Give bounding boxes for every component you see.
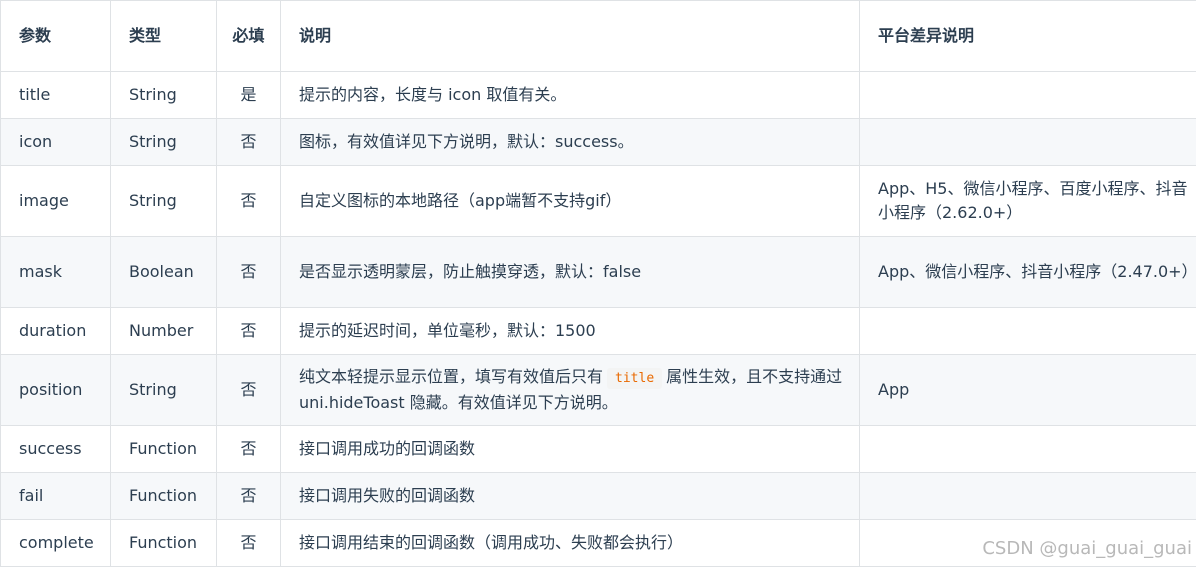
csdn-watermark: CSDN @guai_guai_guai bbox=[982, 538, 1192, 559]
cell-platform: App、微信小程序、抖音小程序（2.47.0+） bbox=[860, 237, 1196, 308]
header-param: 参数 bbox=[1, 1, 111, 72]
cell-required: 否 bbox=[217, 426, 281, 473]
cell-platform bbox=[860, 72, 1196, 119]
cell-required: 否 bbox=[217, 355, 281, 426]
table-row: mask Boolean 否 是否显示透明蒙层，防止触摸穿透，默认：false … bbox=[1, 237, 1196, 308]
cell-platform bbox=[860, 426, 1196, 473]
cell-param: success bbox=[1, 426, 111, 473]
header-description: 说明 bbox=[281, 1, 860, 72]
cell-required: 否 bbox=[217, 308, 281, 355]
cell-description: 是否显示透明蒙层，防止触摸穿透，默认：false bbox=[281, 237, 860, 308]
cell-param: mask bbox=[1, 237, 111, 308]
cell-platform: App bbox=[860, 355, 1196, 426]
cell-type: Function bbox=[111, 520, 217, 567]
cell-platform bbox=[860, 308, 1196, 355]
cell-required: 否 bbox=[217, 119, 281, 166]
cell-type: String bbox=[111, 355, 217, 426]
table-row: image String 否 自定义图标的本地路径（app端暂不支持gif） A… bbox=[1, 166, 1196, 237]
cell-description: 提示的延迟时间，单位毫秒，默认：1500 bbox=[281, 308, 860, 355]
cell-description: 接口调用结束的回调函数（调用成功、失败都会执行） bbox=[281, 520, 860, 567]
cell-platform bbox=[860, 119, 1196, 166]
cell-type: Boolean bbox=[111, 237, 217, 308]
cell-platform: App、H5、微信小程序、百度小程序、抖音小程序（2.62.0+） bbox=[860, 166, 1196, 237]
cell-param: fail bbox=[1, 473, 111, 520]
cell-type: Number bbox=[111, 308, 217, 355]
cell-required: 否 bbox=[217, 237, 281, 308]
table-row: icon String 否 图标，有效值详见下方说明，默认：success。 bbox=[1, 119, 1196, 166]
table-header-row: 参数 类型 必填 说明 平台差异说明 bbox=[1, 1, 1196, 72]
cell-type: Function bbox=[111, 473, 217, 520]
cell-type: String bbox=[111, 72, 217, 119]
cell-required: 是 bbox=[217, 72, 281, 119]
cell-param: complete bbox=[1, 520, 111, 567]
cell-description: 接口调用成功的回调函数 bbox=[281, 426, 860, 473]
header-required: 必填 bbox=[217, 1, 281, 72]
cell-description: 接口调用失败的回调函数 bbox=[281, 473, 860, 520]
cell-param: title bbox=[1, 72, 111, 119]
cell-platform bbox=[860, 473, 1196, 520]
description-text-before: 纯文本轻提示显示位置，填写有效值后只有 bbox=[299, 367, 603, 386]
cell-required: 否 bbox=[217, 166, 281, 237]
api-params-table: 参数 类型 必填 说明 平台差异说明 title String 是 提示的内容，… bbox=[0, 0, 1196, 567]
cell-param: image bbox=[1, 166, 111, 237]
table-row: fail Function 否 接口调用失败的回调函数 bbox=[1, 473, 1196, 520]
cell-description: 自定义图标的本地路径（app端暂不支持gif） bbox=[281, 166, 860, 237]
cell-required: 否 bbox=[217, 520, 281, 567]
cell-param: position bbox=[1, 355, 111, 426]
header-type: 类型 bbox=[111, 1, 217, 72]
cell-description: 提示的内容，长度与 icon 取值有关。 bbox=[281, 72, 860, 119]
table-row: success Function 否 接口调用成功的回调函数 bbox=[1, 426, 1196, 473]
cell-description: 图标，有效值详见下方说明，默认：success。 bbox=[281, 119, 860, 166]
header-platform: 平台差异说明 bbox=[860, 1, 1196, 72]
cell-type: String bbox=[111, 119, 217, 166]
cell-param: icon bbox=[1, 119, 111, 166]
table-row: duration Number 否 提示的延迟时间，单位毫秒，默认：1500 bbox=[1, 308, 1196, 355]
inline-code-title: title bbox=[607, 368, 662, 389]
cell-type: Function bbox=[111, 426, 217, 473]
table-row: position String 否 纯文本轻提示显示位置，填写有效值后只有tit… bbox=[1, 355, 1196, 426]
cell-required: 否 bbox=[217, 473, 281, 520]
cell-param: duration bbox=[1, 308, 111, 355]
cell-description: 纯文本轻提示显示位置，填写有效值后只有title属性生效，且不支持通过 uni.… bbox=[281, 355, 860, 426]
cell-type: String bbox=[111, 166, 217, 237]
table-row: title String 是 提示的内容，长度与 icon 取值有关。 bbox=[1, 72, 1196, 119]
